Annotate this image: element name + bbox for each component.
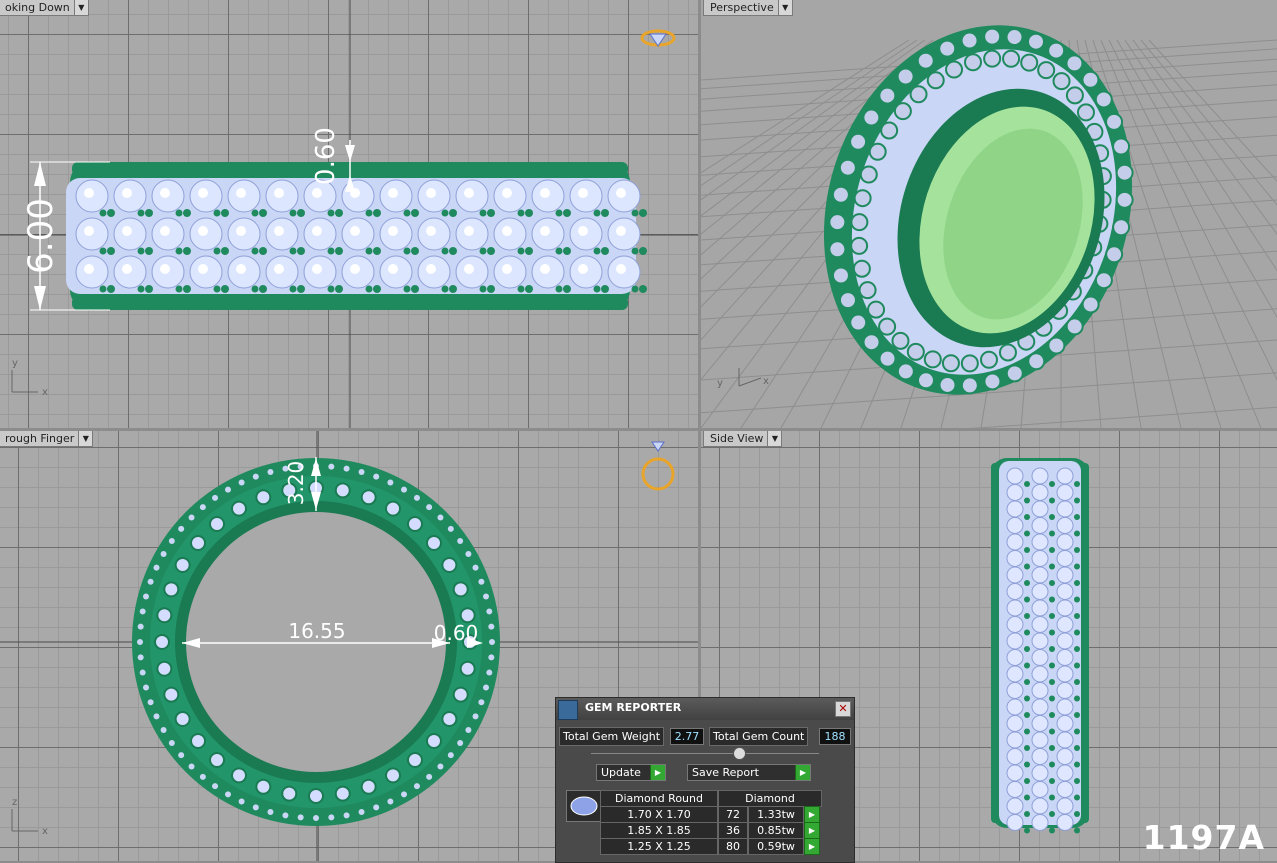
gem-reporter-titlebar[interactable]: GEM REPORTER ✕: [556, 698, 854, 720]
chevron-down-icon[interactable]: ▼: [777, 0, 792, 15]
total-count-label: Total Gem Count: [709, 727, 809, 746]
table-cell-size: 1.70 X 1.70: [600, 806, 718, 823]
chevron-down-icon[interactable]: ▼: [73, 0, 88, 15]
dimension-height-label: 6.00: [21, 198, 61, 274]
gem-reporter-title: GEM REPORTER: [585, 701, 682, 714]
table-header-material: Diamond: [718, 790, 822, 807]
table-cell-count: 80: [718, 838, 748, 855]
row-play-icon[interactable]: ▶: [804, 822, 820, 839]
row-play-icon[interactable]: ▶: [804, 806, 820, 823]
viewport-top-label[interactable]: oking Down ▼: [0, 0, 89, 16]
svg-text:y: y: [717, 378, 723, 389]
chevron-down-icon[interactable]: ▼: [767, 431, 782, 446]
gem-reporter-panel[interactable]: GEM REPORTER ✕ Total Gem Weight 2.77 Tot…: [555, 697, 855, 863]
table-cell-weight: 0.85tw: [748, 822, 804, 839]
close-icon[interactable]: ✕: [835, 701, 851, 717]
dimension-top-offset-label: 0.60: [311, 127, 341, 185]
total-weight-label: Total Gem Weight: [559, 727, 665, 746]
ring-band-top: [66, 162, 647, 310]
table-cell-weight: 1.33tw: [748, 806, 804, 823]
total-count-value: 188: [819, 728, 851, 745]
ring-side: [991, 458, 1089, 834]
gem-reporter-icon: [558, 700, 578, 720]
save-report-button[interactable]: Save Report ▶: [687, 764, 811, 781]
dimension-wall-label: 3.20: [284, 461, 308, 506]
perspective-canvas: y x: [701, 25, 1277, 428]
total-weight-value: 2.77: [670, 728, 704, 745]
slider-handle[interactable]: [733, 747, 746, 760]
axis-icon: y x: [11, 358, 48, 398]
dimension-top-offset: 0.60: [311, 127, 355, 192]
update-button[interactable]: Update ▶: [596, 764, 666, 781]
play-icon: ▶: [795, 765, 810, 780]
ring-perspective: [823, 25, 1134, 395]
viewport-front-label[interactable]: rough Finger ▼: [0, 431, 94, 447]
viewport-perspective-label[interactable]: Perspective ▼: [703, 0, 793, 16]
svg-text:y: y: [12, 358, 18, 369]
ring-front-icon: [641, 441, 675, 491]
table-cell-count: 36: [718, 822, 748, 839]
table-cell-size: 1.85 X 1.85: [600, 822, 718, 839]
axis-icon: z x: [11, 797, 48, 837]
watermark: 1197A: [1142, 818, 1265, 857]
table-cell-size: 1.25 X 1.25: [600, 838, 718, 855]
dimension-wall: 3.20: [284, 457, 321, 511]
diamond-icon: [566, 790, 602, 822]
top-view-canvas: 6.00 0.60 y x: [0, 0, 698, 428]
table-header-shape: Diamond Round: [600, 790, 718, 807]
viewport-perspective[interactable]: y x Perspective ▼: [701, 0, 1277, 428]
dimension-inner-diameter-label: 16.55: [288, 619, 345, 643]
ring-icon: [640, 29, 676, 47]
chevron-down-icon[interactable]: ▼: [78, 431, 93, 446]
row-play-icon[interactable]: ▶: [804, 838, 820, 855]
svg-text:x: x: [763, 376, 769, 387]
svg-text:z: z: [12, 797, 17, 808]
table-cell-count: 72: [718, 806, 748, 823]
viewport-side-label[interactable]: Side View ▼: [703, 431, 783, 447]
svg-text:x: x: [42, 826, 48, 837]
svg-text:x: x: [42, 387, 48, 398]
play-icon: ▶: [650, 765, 665, 780]
table-cell-weight: 0.59tw: [748, 838, 804, 855]
viewport-top[interactable]: 6.00 0.60 y x oking Down ▼: [0, 0, 698, 428]
gem-slider[interactable]: [591, 747, 819, 760]
